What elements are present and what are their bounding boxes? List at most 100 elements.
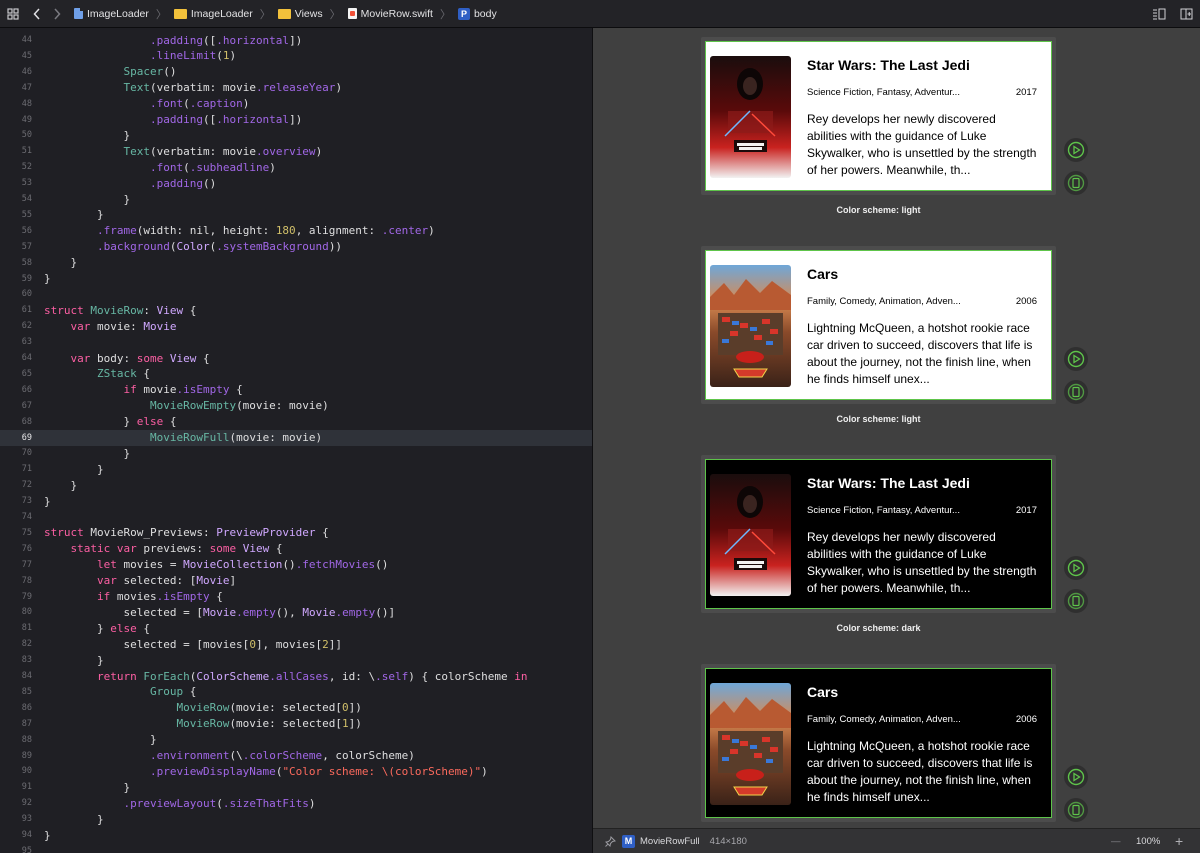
code-line[interactable]: 62 var movie: Movie xyxy=(0,318,592,334)
code-text[interactable]: ZStack { xyxy=(44,367,150,380)
code-line[interactable]: 83 } xyxy=(0,652,592,668)
code-line[interactable]: 84 return ForEach(ColorScheme.allCases, … xyxy=(0,668,592,684)
code-text[interactable]: var body: some View { xyxy=(44,352,210,365)
code-text[interactable]: .padding([.horizontal]) xyxy=(44,34,302,47)
code-text[interactable]: Spacer() xyxy=(44,65,176,78)
code-text[interactable]: .background(Color(.systemBackground)) xyxy=(44,240,342,253)
code-line[interactable]: 82 selected = [movies[0], movies[2]] xyxy=(0,636,592,652)
code-line[interactable]: 64 var body: some View { xyxy=(0,350,592,366)
code-text[interactable]: } xyxy=(44,654,104,667)
code-text[interactable]: if movie.isEmpty { xyxy=(44,383,242,396)
code-text[interactable]: } xyxy=(44,479,77,492)
code-text[interactable]: } xyxy=(44,495,51,508)
code-text[interactable]: MovieRowEmpty(movie: movie) xyxy=(44,399,329,412)
back-arrow-icon[interactable] xyxy=(28,5,46,23)
code-text[interactable]: } xyxy=(44,447,130,460)
pin-icon[interactable] xyxy=(605,835,616,847)
code-line[interactable]: 60 xyxy=(0,286,592,302)
code-text[interactable]: .font(.subheadline) xyxy=(44,161,276,174)
code-line[interactable]: 89 .environment(\.colorScheme, colorSche… xyxy=(0,748,592,764)
code-text[interactable]: } xyxy=(44,463,104,476)
code-line[interactable]: 75 struct MovieRow_Previews: PreviewProvi… xyxy=(0,525,592,541)
code-line[interactable]: 59} xyxy=(0,271,592,287)
code-text[interactable]: Text(verbatim: movie.releaseYear) xyxy=(44,81,342,94)
code-line[interactable]: 90 .previewDisplayName("Color scheme: \(… xyxy=(0,763,592,779)
code-text[interactable]: } xyxy=(44,829,51,842)
code-line[interactable]: 44 .padding([.horizontal]) xyxy=(0,32,592,48)
breadcrumb-item-views[interactable]: Views xyxy=(295,8,323,20)
code-line[interactable]: 78 var selected: [Movie] xyxy=(0,573,592,589)
zoom-out-button[interactable]: — xyxy=(1111,836,1121,847)
live-preview-button[interactable] xyxy=(1064,556,1088,580)
code-text[interactable]: } else { xyxy=(44,622,150,635)
code-line[interactable]: 63 xyxy=(0,334,592,350)
code-text[interactable]: } xyxy=(44,733,157,746)
preview-view-name[interactable]: MovieRowFull xyxy=(640,836,700,847)
code-editor[interactable]: 44 .padding([.horizontal]) 45 .lineLimit(… xyxy=(0,28,592,853)
code-line[interactable]: 91 } xyxy=(0,779,592,795)
code-line[interactable]: 87 MovieRow(movie: selected[1]) xyxy=(0,716,592,732)
editor-options-icon[interactable] xyxy=(1150,5,1168,23)
code-line[interactable]: 56 .frame(width: nil, height: 180, align… xyxy=(0,223,592,239)
code-text[interactable]: } xyxy=(44,813,104,826)
code-line[interactable]: 52 .font(.subheadline) xyxy=(0,159,592,175)
code-line[interactable]: 54 } xyxy=(0,191,592,207)
code-line[interactable]: 47 Text(verbatim: movie.releaseYear) xyxy=(0,80,592,96)
code-line[interactable]: 68 } else { xyxy=(0,414,592,430)
code-line[interactable]: 61 struct MovieRow: View { xyxy=(0,302,592,318)
live-preview-button[interactable] xyxy=(1064,347,1088,371)
preview-on-device-button[interactable] xyxy=(1064,798,1088,822)
code-text[interactable]: } else { xyxy=(44,415,176,428)
code-line[interactable]: 73} xyxy=(0,493,592,509)
breadcrumb-item-project[interactable]: ImageLoader xyxy=(87,8,149,20)
code-line[interactable]: 92 .previewLayout(.sizeThatFits) xyxy=(0,795,592,811)
code-line[interactable]: 95 xyxy=(0,843,592,853)
preview-canvas[interactable]: Star Wars: The Last Jedi Science Fiction… xyxy=(593,28,1200,828)
code-line[interactable]: 53 .padding() xyxy=(0,175,592,191)
preview-on-device-button[interactable] xyxy=(1064,589,1088,613)
code-line[interactable]: 67 MovieRowEmpty(movie: movie) xyxy=(0,398,592,414)
code-text[interactable]: var movie: Movie xyxy=(44,320,177,333)
code-line[interactable]: 74 xyxy=(0,509,592,525)
code-line[interactable]: 76 static var previews: some View { xyxy=(0,541,592,557)
code-text[interactable]: selected = [movies[0], movies[2]] xyxy=(44,638,342,651)
code-text[interactable]: .lineLimit(1) xyxy=(44,49,236,62)
code-text[interactable]: } xyxy=(44,256,77,269)
preview-on-device-button[interactable] xyxy=(1064,380,1088,404)
code-text[interactable]: if movies.isEmpty { xyxy=(44,590,223,603)
code-text[interactable]: } xyxy=(44,272,51,285)
code-text[interactable]: Text(verbatim: movie.overview) xyxy=(44,145,322,158)
code-text[interactable]: static var previews: some View { xyxy=(44,542,283,555)
code-line[interactable]: 45 .lineLimit(1) xyxy=(0,48,592,64)
live-preview-button[interactable] xyxy=(1064,765,1088,789)
code-text[interactable]: .padding([.horizontal]) xyxy=(44,113,302,126)
breadcrumb-item-file[interactable]: MovieRow.swift xyxy=(361,8,433,20)
code-text[interactable]: struct MovieRow_Previews: PreviewProvide… xyxy=(44,526,329,539)
code-line[interactable]: 71 } xyxy=(0,461,592,477)
forward-arrow-icon[interactable] xyxy=(48,5,66,23)
related-items-icon[interactable] xyxy=(4,5,22,23)
code-line[interactable]: 65 ZStack { xyxy=(0,366,592,382)
code-text[interactable]: } xyxy=(44,208,104,221)
code-text[interactable]: .frame(width: nil, height: 180, alignmen… xyxy=(44,224,435,237)
code-line[interactable]: 77 let movies = MovieCollection().fetchM… xyxy=(0,557,592,573)
code-line[interactable]: 88 } xyxy=(0,732,592,748)
code-text[interactable]: Group { xyxy=(44,685,196,698)
code-line[interactable]: 85 Group { xyxy=(0,684,592,700)
code-line[interactable]: 51 Text(verbatim: movie.overview) xyxy=(0,143,592,159)
movie-row-card[interactable]: Cars Family, Comedy, Animation, Adven...… xyxy=(705,250,1052,400)
breadcrumb-item-group[interactable]: ImageLoader xyxy=(191,8,253,20)
code-line[interactable]: 93 } xyxy=(0,811,592,827)
code-line[interactable]: 79 if movies.isEmpty { xyxy=(0,589,592,605)
code-line[interactable]: 66 if movie.isEmpty { xyxy=(0,382,592,398)
add-editor-icon[interactable] xyxy=(1177,5,1195,23)
code-line[interactable]: 72 } xyxy=(0,477,592,493)
code-line[interactable]: 81 } else { xyxy=(0,620,592,636)
code-text[interactable]: .environment(\.colorScheme, colorScheme) xyxy=(44,749,415,762)
code-text[interactable]: } xyxy=(44,781,130,794)
code-line[interactable]: 48 .font(.caption) xyxy=(0,96,592,112)
movie-row-card[interactable]: Star Wars: The Last Jedi Science Fiction… xyxy=(705,459,1052,609)
code-line[interactable]: 70 } xyxy=(0,445,592,461)
code-text[interactable]: } xyxy=(44,129,130,142)
code-text[interactable]: var selected: [Movie] xyxy=(44,574,236,587)
